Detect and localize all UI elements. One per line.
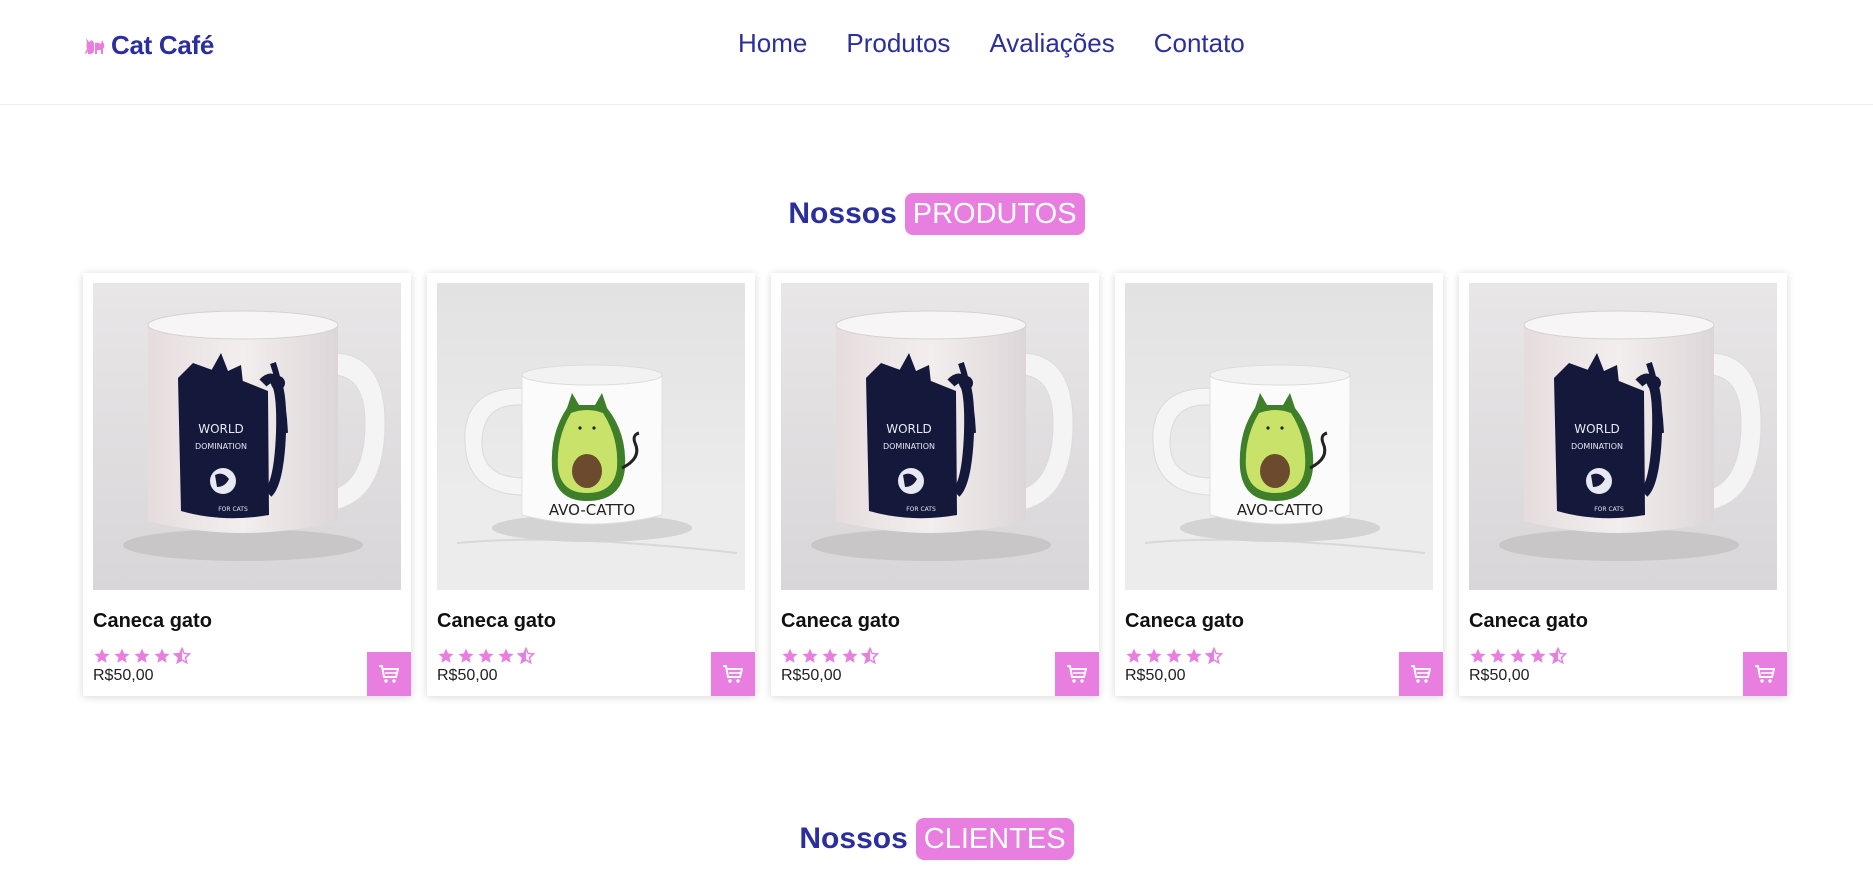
product-price: R$50,00	[1125, 667, 1186, 684]
cart-icon	[379, 665, 399, 683]
product-card[interactable]: AVO-CATTO Caneca gato R$50,00	[1115, 273, 1443, 696]
product-rating	[1469, 647, 1567, 665]
star-half-icon	[1205, 647, 1223, 665]
product-rating	[93, 647, 191, 665]
star-icon	[478, 648, 494, 663]
mug-text-line-1: AVO-CATTO	[1237, 501, 1323, 519]
add-to-cart-button[interactable]	[1743, 652, 1787, 696]
clients-title-badge: CLIENTES	[915, 818, 1074, 860]
product-price: R$50,00	[1469, 667, 1530, 684]
star-icon	[1510, 648, 1526, 663]
mug-text-line-3: FOR CATS	[1594, 506, 1624, 513]
star-half-icon	[861, 647, 879, 665]
nav-avaliacoes[interactable]: Avaliações	[989, 28, 1114, 59]
star-icon	[1146, 648, 1162, 663]
product-name[interactable]: Caneca gato	[93, 610, 212, 633]
products-title-word: Nossos	[788, 197, 897, 230]
products-section-title: Nossos PRODUTOS	[0, 193, 1873, 235]
nav-home[interactable]: Home	[738, 28, 807, 59]
cart-icon	[1755, 665, 1775, 683]
star-icon	[1126, 648, 1142, 663]
add-to-cart-button[interactable]	[1055, 652, 1099, 696]
star-icon	[782, 648, 798, 663]
product-card[interactable]: WORLD DOMINATION FOR CATS Caneca gato R$…	[771, 273, 1099, 696]
product-card[interactable]: WORLD DOMINATION FOR CATS Caneca gato R$…	[1459, 273, 1787, 696]
product-price: R$50,00	[437, 667, 498, 684]
site-header: Cat Café Home Produtos Avaliações Contat…	[0, 0, 1873, 105]
product-name[interactable]: Caneca gato	[1469, 610, 1588, 633]
products-title-badge: PRODUTOS	[904, 193, 1085, 235]
star-icon	[1490, 648, 1506, 663]
logo[interactable]: Cat Café	[83, 30, 214, 61]
world-domination-mug-image: WORLD DOMINATION FOR CATS	[1469, 283, 1777, 590]
product-rating	[1125, 647, 1223, 665]
star-icon	[1166, 648, 1182, 663]
avo-catto-mug-image: AVO-CATTO	[437, 283, 745, 590]
product-image[interactable]: AVO-CATTO	[437, 283, 745, 590]
star-icon	[498, 648, 514, 663]
product-image[interactable]: AVO-CATTO	[1125, 283, 1433, 590]
world-domination-mug-image: WORLD DOMINATION FOR CATS	[93, 283, 401, 590]
star-icon	[822, 648, 838, 663]
add-to-cart-button[interactable]	[711, 652, 755, 696]
star-icon	[114, 648, 130, 663]
avo-catto-mug-image: AVO-CATTO	[1125, 283, 1433, 590]
star-half-icon	[1549, 647, 1567, 665]
mug-text-line-1: AVO-CATTO	[549, 501, 635, 519]
star-icon	[802, 648, 818, 663]
add-to-cart-button[interactable]	[1399, 652, 1443, 696]
world-domination-mug-image: WORLD DOMINATION FOR CATS	[781, 283, 1089, 590]
cart-icon	[1411, 665, 1431, 683]
product-rating	[781, 647, 879, 665]
star-icon	[94, 648, 110, 663]
product-image[interactable]: WORLD DOMINATION FOR CATS	[1469, 283, 1777, 590]
star-icon	[1530, 648, 1546, 663]
star-icon	[134, 648, 150, 663]
star-icon	[154, 648, 170, 663]
mug-text-line-2: DOMINATION	[1571, 442, 1623, 451]
star-icon	[438, 648, 454, 663]
product-card[interactable]: WORLD DOMINATION FOR CATS Caneca gato R$…	[83, 273, 411, 696]
main-nav: Home Produtos Avaliações Contato	[738, 28, 1245, 59]
mug-text-line-3: FOR CATS	[906, 506, 936, 513]
star-icon	[458, 648, 474, 663]
star-half-icon	[517, 647, 535, 665]
product-grid: WORLD DOMINATION FOR CATS Caneca gato R$…	[83, 273, 1787, 696]
product-price: R$50,00	[781, 667, 842, 684]
nav-produtos[interactable]: Produtos	[846, 28, 950, 59]
add-to-cart-button[interactable]	[367, 652, 411, 696]
mug-text-line-1: WORLD	[198, 422, 244, 436]
product-image[interactable]: WORLD DOMINATION FOR CATS	[93, 283, 401, 590]
product-card[interactable]: AVO-CATTO Caneca gato R$50,00	[427, 273, 755, 696]
logo-text: Cat Café	[111, 30, 215, 60]
clients-title-word: Nossos	[799, 822, 908, 855]
product-price: R$50,00	[93, 667, 154, 684]
star-icon	[1186, 648, 1202, 663]
product-name[interactable]: Caneca gato	[781, 610, 900, 633]
clients-section-title: Nossos CLIENTES	[0, 818, 1873, 860]
mug-text-line-3: FOR CATS	[218, 506, 248, 513]
star-icon	[1470, 648, 1486, 663]
mug-text-line-1: WORLD	[1574, 422, 1620, 436]
star-icon	[842, 648, 858, 663]
product-rating	[437, 647, 535, 665]
product-name[interactable]: Caneca gato	[437, 610, 556, 633]
cart-icon	[1067, 665, 1087, 683]
mug-text-line-1: WORLD	[886, 422, 932, 436]
product-name[interactable]: Caneca gato	[1125, 610, 1244, 633]
nav-contato[interactable]: Contato	[1154, 28, 1245, 59]
star-half-icon	[173, 647, 191, 665]
cat-icon	[85, 37, 105, 54]
product-image[interactable]: WORLD DOMINATION FOR CATS	[781, 283, 1089, 590]
mug-text-line-2: DOMINATION	[195, 442, 247, 451]
mug-text-line-2: DOMINATION	[883, 442, 935, 451]
cart-icon	[723, 665, 743, 683]
